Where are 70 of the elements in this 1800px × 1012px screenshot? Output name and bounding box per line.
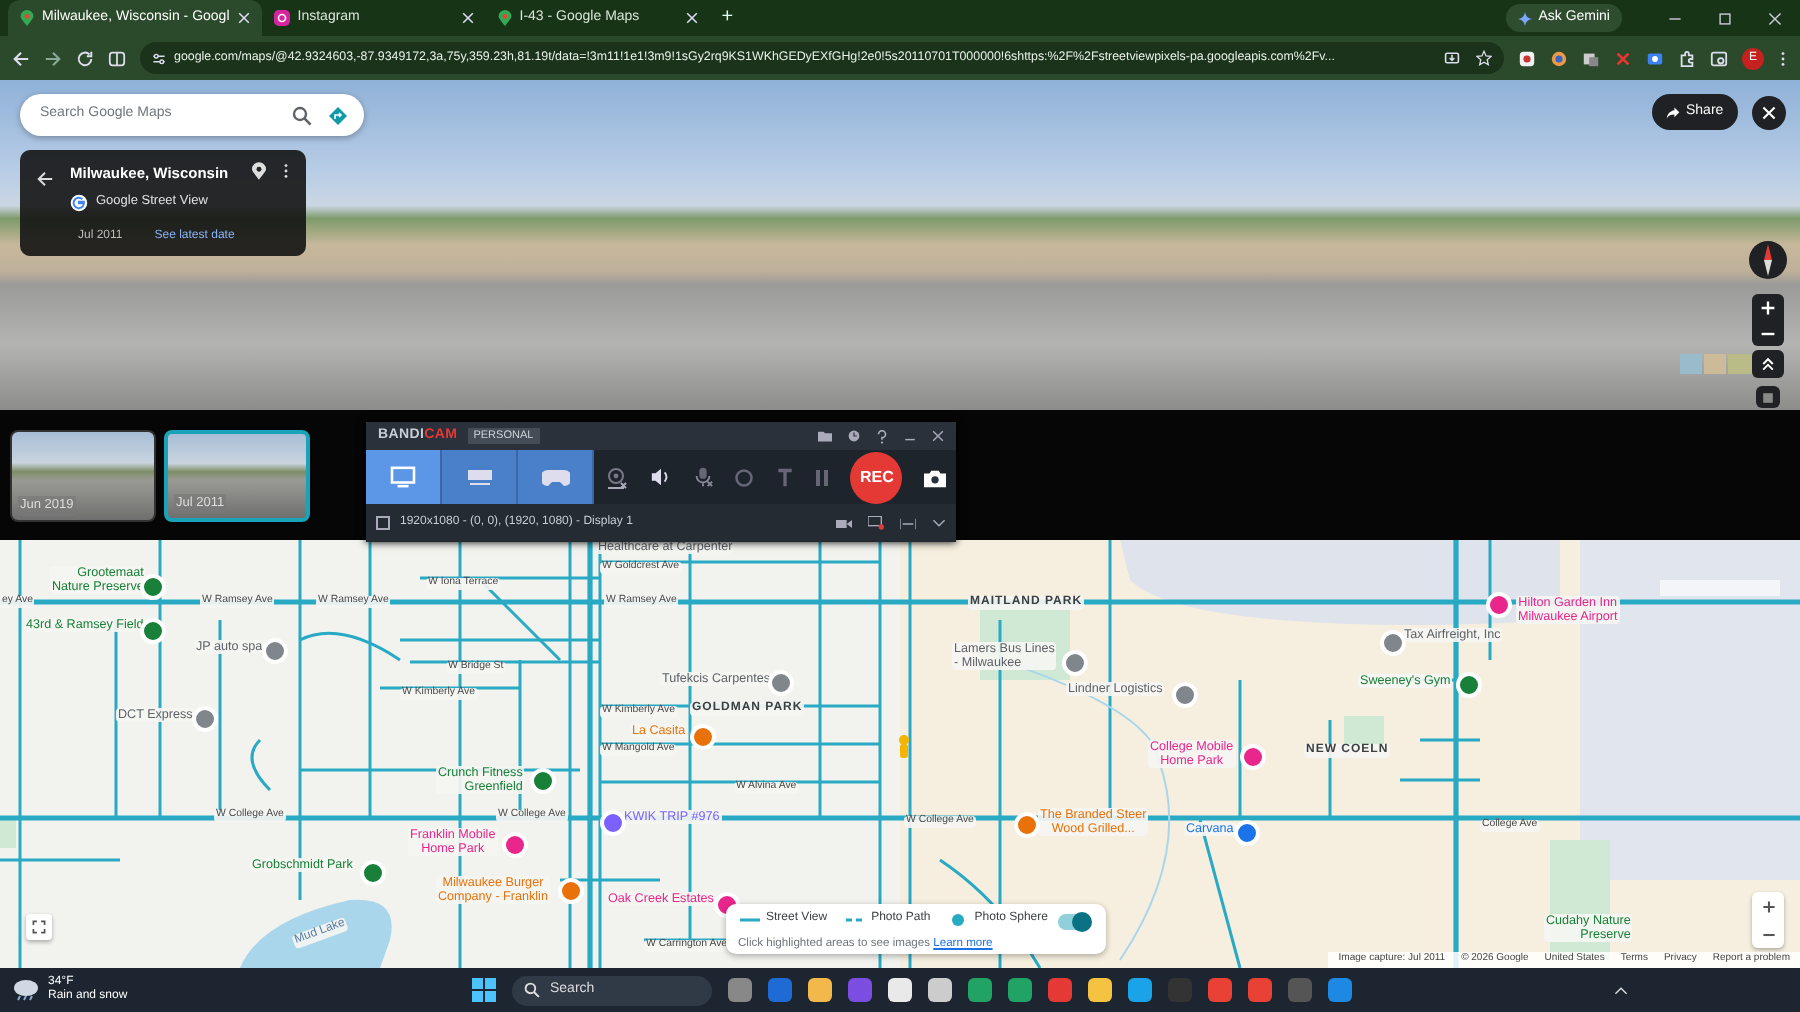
map-pin-icon (497, 10, 512, 26)
capture-device-icon (465, 468, 493, 486)
taskbar-app-icon[interactable] (808, 978, 832, 1002)
help-icon[interactable] (876, 429, 888, 443)
text-overlay-icon[interactable] (775, 467, 794, 487)
screen-icon[interactable] (868, 516, 884, 530)
forward-icon[interactable] (44, 49, 62, 67)
more-icon[interactable] (1778, 49, 1788, 67)
video-icon[interactable] (836, 517, 852, 529)
camera-icon[interactable] (923, 467, 946, 487)
split-view-icon[interactable] (108, 49, 126, 67)
google-logo-icon (70, 193, 88, 212)
expand-button[interactable] (1752, 350, 1784, 378)
camera-app-icon (273, 10, 290, 26)
coverage-toggle[interactable] (1058, 914, 1090, 930)
new-tab-button[interactable]: + (709, 8, 746, 28)
monitor-icon (390, 466, 416, 488)
taskbar-app-icon[interactable] (928, 978, 952, 1002)
extension-icon[interactable] (1518, 49, 1536, 67)
double-chevron-up-icon (1760, 356, 1776, 372)
close-icon (1762, 106, 1776, 120)
pin-icon[interactable] (252, 162, 266, 180)
map-pin-icon (20, 10, 34, 26)
device-mode-button[interactable] (442, 450, 518, 504)
more-icon[interactable] (282, 162, 290, 180)
fullscreen-icon (32, 920, 46, 934)
search-icon[interactable] (292, 105, 312, 125)
zoom-in-icon[interactable] (1761, 899, 1775, 913)
resize-icon[interactable] (900, 517, 916, 529)
maximize-icon[interactable] (1718, 11, 1732, 25)
close-button[interactable] (1752, 96, 1786, 130)
record-button[interactable]: REC (850, 451, 903, 503)
chevron-down-icon[interactable] (932, 518, 946, 528)
microphone-off-icon[interactable] (691, 466, 714, 488)
weather-cloud-icon[interactable] (12, 978, 40, 1002)
gamepad-icon (541, 467, 569, 487)
imagery-thumbnails-icon[interactable] (1680, 354, 1752, 374)
taskbar-app-icon[interactable] (1128, 978, 1152, 1002)
clock-icon[interactable] (848, 430, 860, 442)
street-view-coverage-map-drawing[interactable] (0, 540, 1800, 968)
windows-start-icon[interactable] (472, 978, 496, 1002)
screen-mode-button[interactable] (366, 450, 442, 504)
back-icon[interactable] (36, 170, 54, 188)
fullscreen-button[interactable] (26, 914, 52, 940)
imagery-button[interactable] (1756, 386, 1780, 408)
puzzle-icon[interactable] (1678, 49, 1696, 67)
folder-icon[interactable] (818, 430, 832, 442)
compass-icon[interactable] (1748, 240, 1788, 280)
sparkle-icon (1518, 11, 1533, 25)
checkbox[interactable] (376, 516, 390, 530)
taskbar-app-icon[interactable] (1088, 978, 1112, 1002)
site-info-icon[interactable] (152, 51, 166, 65)
install-app-icon[interactable] (1444, 50, 1460, 66)
extension-icon[interactable] (1646, 49, 1664, 67)
square-icon (1762, 391, 1774, 403)
webcam-off-icon[interactable] (604, 465, 629, 489)
game-mode-button[interactable] (518, 450, 594, 504)
chevron-up-icon[interactable] (1614, 985, 1628, 995)
close-icon[interactable] (1768, 11, 1782, 25)
directions-icon[interactable] (328, 105, 348, 125)
pause-icon[interactable] (814, 467, 831, 487)
speaker-icon[interactable] (649, 466, 672, 488)
close-icon[interactable] (932, 430, 944, 442)
bookmark-star-icon[interactable] (1476, 50, 1492, 66)
share-icon (1666, 105, 1680, 119)
taskbar-app-icon[interactable] (888, 978, 912, 1002)
tab-search-icon[interactable] (1710, 49, 1728, 67)
reload-icon[interactable] (76, 49, 94, 67)
search-icon (524, 982, 540, 998)
back-icon[interactable] (12, 49, 30, 67)
